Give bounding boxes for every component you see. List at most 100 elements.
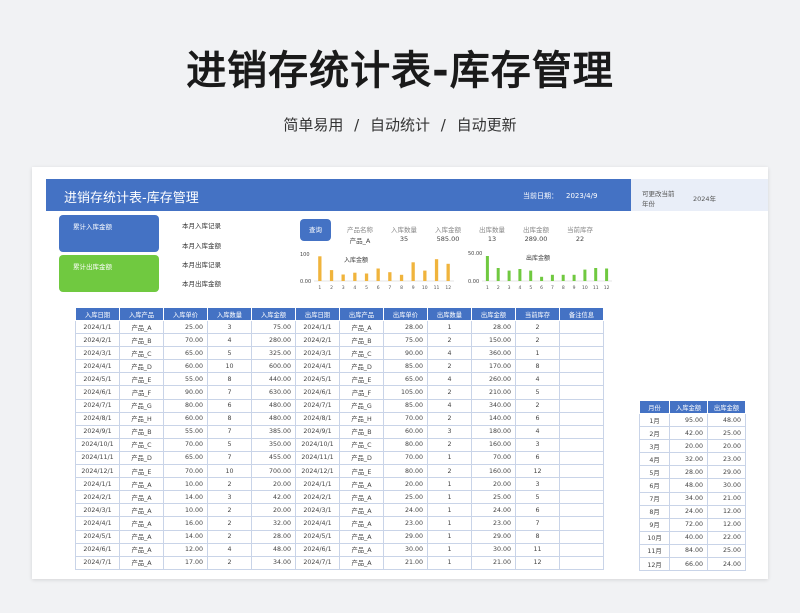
table-cell[interactable] bbox=[559, 359, 604, 374]
table-cell[interactable]: 17.00 bbox=[163, 555, 208, 570]
table-cell[interactable]: 产品_A bbox=[339, 516, 384, 531]
column-header[interactable]: 出库单价 bbox=[383, 307, 428, 321]
table-cell[interactable]: 210.00 bbox=[471, 385, 516, 400]
table-cell[interactable]: 2024/1/1 bbox=[75, 477, 120, 492]
table-cell[interactable]: 10.00 bbox=[163, 503, 208, 518]
table-cell[interactable]: 2 bbox=[207, 555, 252, 570]
column-header[interactable]: 入库单价 bbox=[163, 307, 208, 321]
table-cell[interactable]: 75.00 bbox=[383, 333, 428, 348]
table-cell[interactable]: 2024/9/1 bbox=[75, 424, 120, 439]
table-cell[interactable]: 2024/6/1 bbox=[75, 385, 120, 400]
column-header[interactable]: 当前库存 bbox=[515, 307, 560, 321]
table-cell[interactable]: 70.00 bbox=[383, 450, 428, 466]
table-cell[interactable]: 2024/6/1 bbox=[75, 542, 120, 557]
table-cell[interactable]: 2024/5/1 bbox=[295, 529, 340, 544]
table-cell[interactable]: 2 bbox=[427, 464, 472, 479]
table-cell[interactable]: 160.00 bbox=[471, 437, 516, 452]
table-cell[interactable] bbox=[559, 333, 604, 348]
table-cell[interactable]: 260.00 bbox=[471, 372, 516, 387]
table-cell[interactable]: 7 bbox=[207, 450, 252, 466]
table-cell[interactable]: 产品_C bbox=[339, 346, 384, 361]
table-cell[interactable]: 90.00 bbox=[383, 346, 428, 361]
table-cell[interactable]: 产品_G bbox=[119, 398, 164, 413]
table-cell[interactable]: 30.00 bbox=[471, 542, 516, 557]
table-cell[interactable]: 455.00 bbox=[251, 450, 296, 466]
table-cell[interactable]: 8 bbox=[515, 529, 560, 544]
table-cell[interactable]: 20.00 bbox=[251, 477, 296, 492]
table-cell[interactable]: 170.00 bbox=[471, 359, 516, 374]
table-cell[interactable]: 8 bbox=[207, 411, 252, 426]
table-cell[interactable]: 2 bbox=[427, 385, 472, 400]
table-cell[interactable]: 3 bbox=[515, 437, 560, 452]
table-cell[interactable]: 产品_A bbox=[339, 490, 384, 505]
table-cell[interactable]: 2024/4/1 bbox=[75, 359, 120, 374]
table-cell[interactable]: 产品_C bbox=[339, 437, 384, 452]
table-cell[interactable]: 1 bbox=[427, 555, 472, 570]
table-cell[interactable]: 2024/8/1 bbox=[295, 411, 340, 426]
table-cell[interactable]: 1 bbox=[427, 529, 472, 544]
table-cell[interactable]: 2024/11/1 bbox=[75, 450, 120, 466]
table-cell[interactable]: 产品_A bbox=[339, 477, 384, 492]
table-cell[interactable]: 2 bbox=[427, 333, 472, 348]
year-input[interactable]: 2024年 bbox=[693, 193, 716, 203]
table-cell[interactable]: 80.00 bbox=[383, 464, 428, 479]
table-cell[interactable]: 2024/1/1 bbox=[75, 319, 120, 335]
table-cell[interactable]: 60.00 bbox=[383, 424, 428, 439]
table-cell[interactable]: 440.00 bbox=[251, 372, 296, 387]
table-cell[interactable]: 65.00 bbox=[383, 372, 428, 387]
table-cell[interactable]: 产品_E bbox=[339, 372, 384, 387]
table-cell[interactable]: 产品_F bbox=[339, 385, 384, 400]
table-cell[interactable]: 25.00 bbox=[471, 490, 516, 505]
table-cell[interactable]: 产品_A bbox=[339, 319, 384, 335]
table-cell[interactable]: 2024/7/1 bbox=[295, 398, 340, 413]
column-header[interactable]: 出库产品 bbox=[339, 307, 384, 321]
table-cell[interactable]: 8 bbox=[515, 359, 560, 374]
table-cell[interactable]: 80.00 bbox=[163, 398, 208, 413]
table-cell[interactable]: 1 bbox=[427, 516, 472, 531]
column-header[interactable]: 出库金额 bbox=[471, 307, 516, 321]
table-cell[interactable] bbox=[559, 464, 604, 479]
table-cell[interactable]: 25.00 bbox=[383, 490, 428, 505]
table-cell[interactable]: 4 bbox=[427, 372, 472, 387]
table-cell[interactable]: 6 bbox=[515, 411, 560, 426]
table-cell[interactable]: 34.00 bbox=[251, 555, 296, 570]
table-cell[interactable]: 25.00 bbox=[163, 319, 208, 335]
table-cell[interactable]: 1 bbox=[427, 477, 472, 492]
table-cell[interactable]: 2 bbox=[427, 359, 472, 374]
table-cell[interactable]: 2024/6/1 bbox=[295, 542, 340, 557]
table-cell[interactable]: 350.00 bbox=[251, 437, 296, 452]
table-cell[interactable]: 55.00 bbox=[163, 372, 208, 387]
table-cell[interactable]: 2024/11/1 bbox=[295, 450, 340, 466]
table-cell[interactable]: 29.00 bbox=[471, 529, 516, 544]
column-header[interactable]: 备注信息 bbox=[559, 307, 604, 321]
table-cell[interactable] bbox=[559, 398, 604, 413]
column-header[interactable]: 入库日期 bbox=[75, 307, 120, 321]
table-cell[interactable]: 产品_H bbox=[119, 411, 164, 426]
table-cell[interactable]: 480.00 bbox=[251, 411, 296, 426]
table-cell[interactable]: 2024/12/1 bbox=[295, 464, 340, 479]
table-cell[interactable]: 4 bbox=[427, 346, 472, 361]
table-cell[interactable]: 产品_A bbox=[119, 516, 164, 531]
table-cell[interactable]: 4 bbox=[207, 542, 252, 557]
table-cell[interactable] bbox=[559, 477, 604, 492]
table-cell[interactable]: 产品_F bbox=[119, 385, 164, 400]
column-header[interactable]: 入库产品 bbox=[119, 307, 164, 321]
column-header[interactable]: 入库金额 bbox=[251, 307, 296, 321]
table-cell[interactable]: 1 bbox=[515, 346, 560, 361]
table-cell[interactable]: 产品_B bbox=[119, 424, 164, 439]
table-cell[interactable]: 28.00 bbox=[383, 319, 428, 335]
table-cell[interactable]: 2024/3/1 bbox=[295, 503, 340, 518]
table-cell[interactable]: 产品_A bbox=[119, 542, 164, 557]
table-cell[interactable]: 4 bbox=[207, 333, 252, 348]
table-cell[interactable]: 3 bbox=[515, 477, 560, 492]
table-cell[interactable]: 产品_A bbox=[339, 529, 384, 544]
table-cell[interactable]: 75.00 bbox=[251, 319, 296, 335]
table-cell[interactable]: 29.00 bbox=[383, 529, 428, 544]
table-cell[interactable]: 2024/6/1 bbox=[295, 385, 340, 400]
table-cell[interactable]: 2024/10/1 bbox=[295, 437, 340, 452]
table-cell[interactable]: 280.00 bbox=[251, 333, 296, 348]
table-cell[interactable]: 2024/1/1 bbox=[295, 319, 340, 335]
table-cell[interactable]: 14.00 bbox=[163, 490, 208, 505]
table-cell[interactable] bbox=[559, 385, 604, 400]
column-header[interactable]: 出库数量 bbox=[427, 307, 472, 321]
